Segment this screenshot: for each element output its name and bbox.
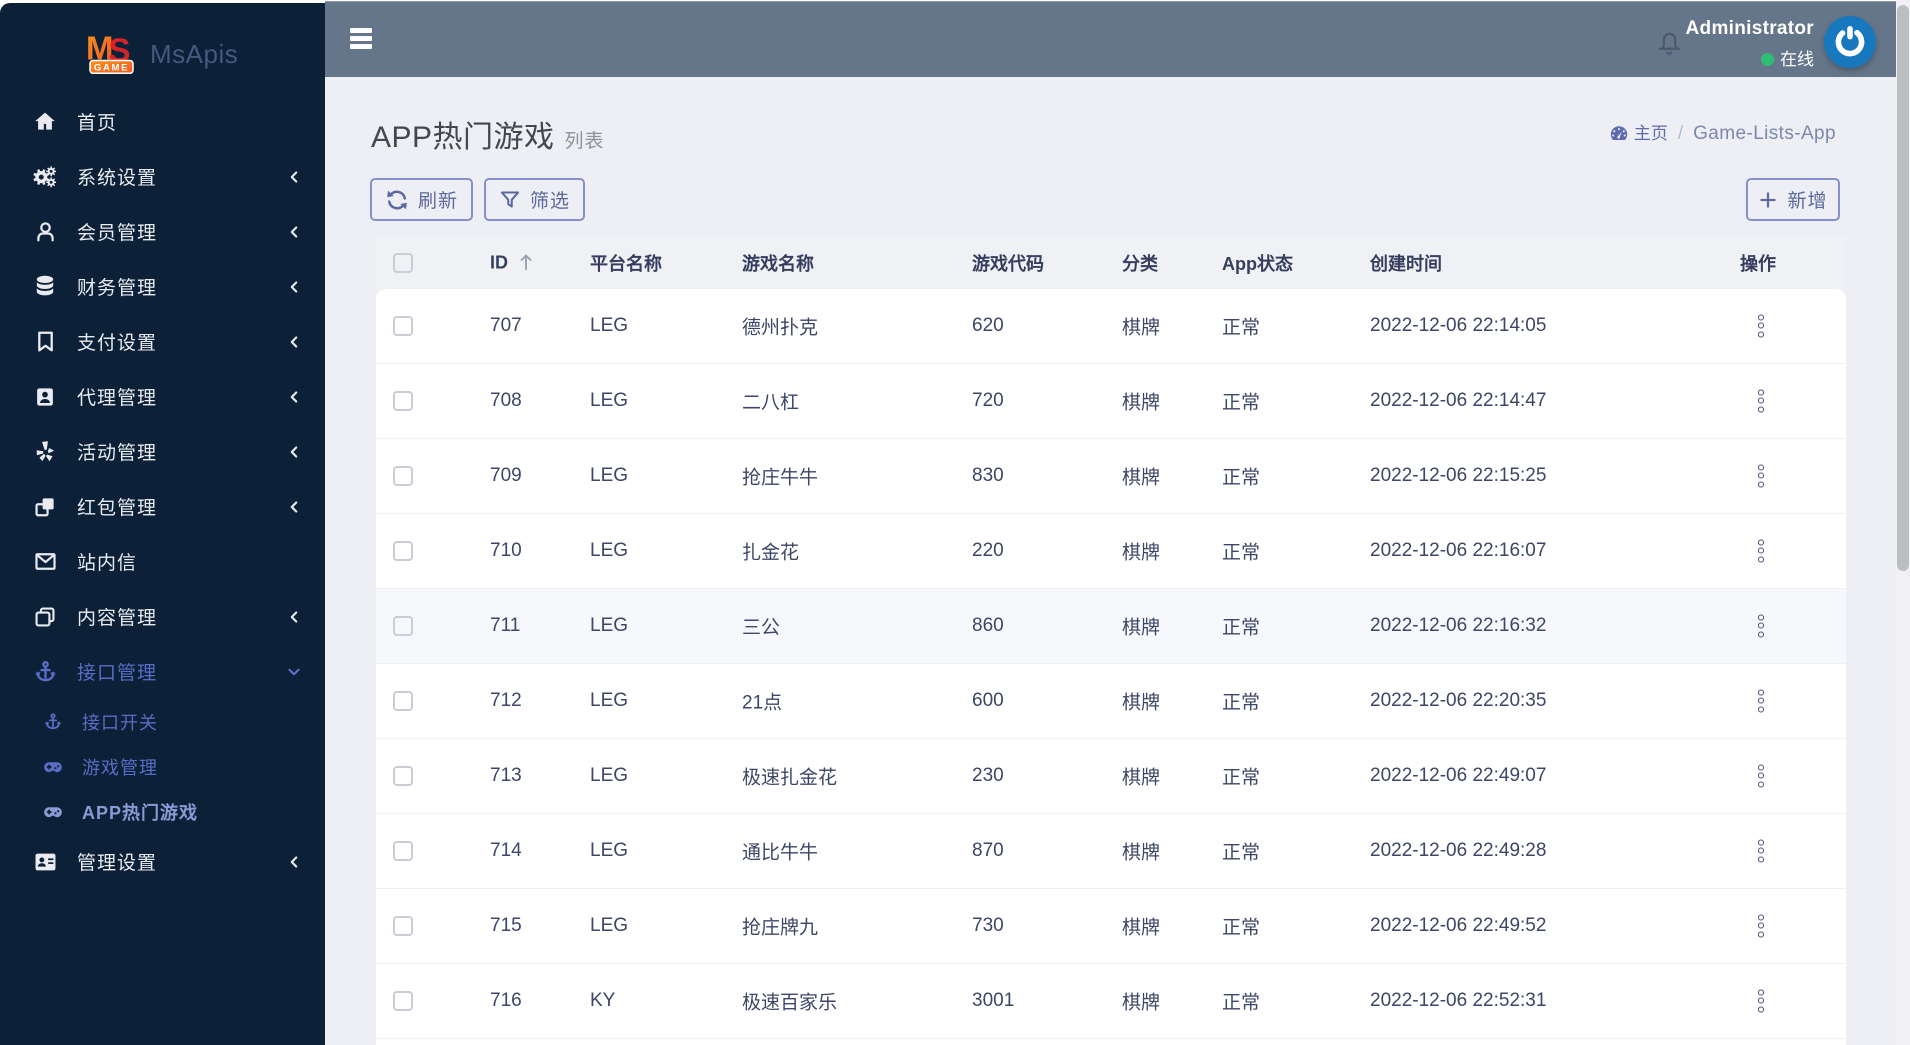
svg-text:GAME: GAME: [94, 63, 129, 74]
